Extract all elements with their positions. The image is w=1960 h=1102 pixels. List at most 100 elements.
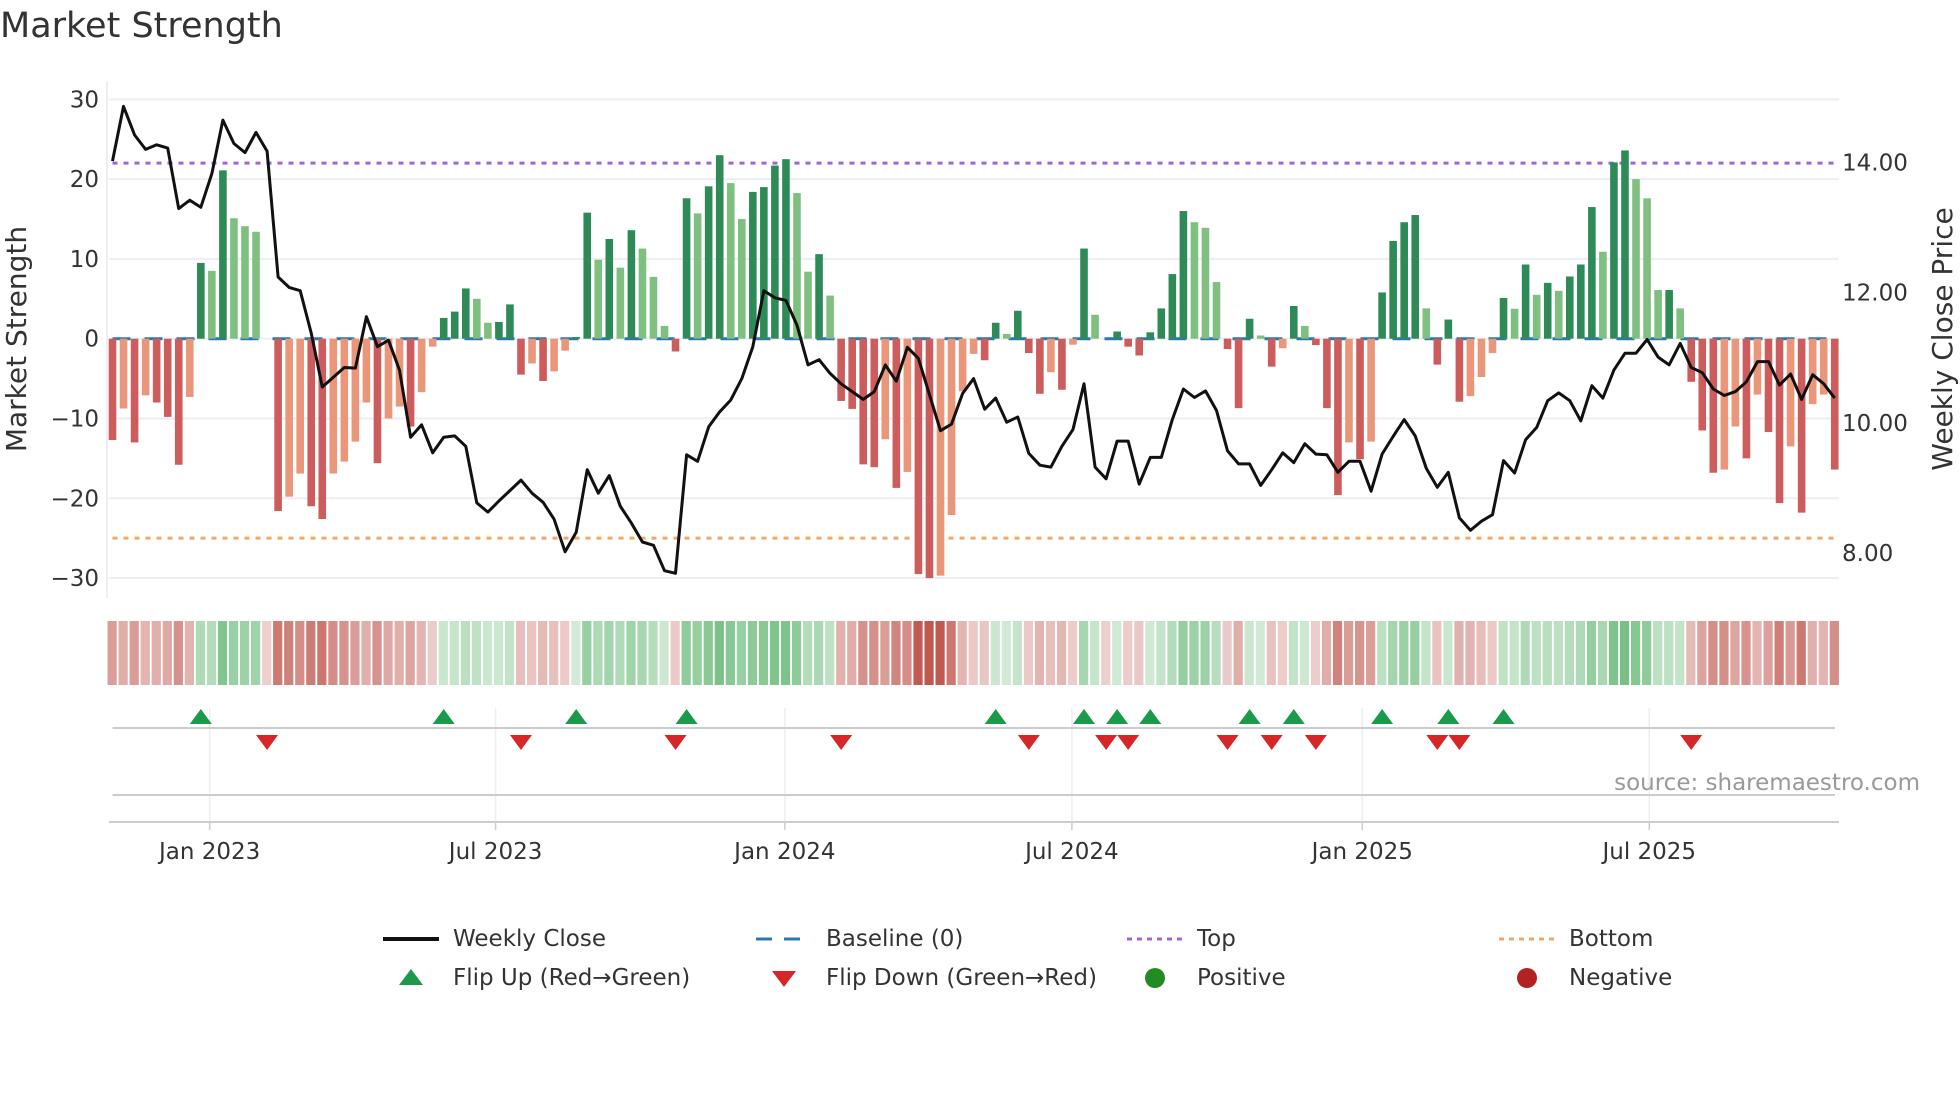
strip-cell bbox=[1410, 621, 1420, 685]
strip-cell bbox=[1697, 621, 1707, 685]
strip-cell bbox=[1818, 621, 1828, 685]
strip-cell bbox=[416, 621, 426, 685]
strip-cell bbox=[1178, 621, 1188, 685]
strength-bar bbox=[837, 338, 845, 401]
flip-up-marker bbox=[1437, 709, 1460, 724]
strip-cell bbox=[1233, 621, 1243, 685]
strip-cell bbox=[747, 621, 758, 685]
triangle-up-icon bbox=[399, 969, 423, 985]
strength-bar bbox=[1775, 338, 1784, 504]
strip-cell bbox=[902, 621, 912, 685]
strip-cell bbox=[1366, 621, 1376, 685]
strip-cell bbox=[1355, 621, 1365, 685]
flip-down-marker bbox=[256, 735, 279, 750]
strength-bar bbox=[373, 338, 382, 464]
strength-bar bbox=[1367, 338, 1375, 442]
legend-label: Top bbox=[1197, 926, 1236, 952]
strength-bar bbox=[671, 338, 680, 352]
strength-bar bbox=[362, 338, 371, 403]
flip-down-marker bbox=[1017, 735, 1040, 750]
legend-label: Negative bbox=[1569, 965, 1673, 991]
strength-bar bbox=[991, 322, 1000, 339]
strength-bar bbox=[197, 262, 205, 339]
flip-up-marker bbox=[1282, 709, 1305, 724]
legend-top: Top bbox=[1125, 926, 1236, 952]
strip-cell bbox=[604, 621, 614, 685]
legend-label: Bottom bbox=[1569, 926, 1654, 952]
strip-cell bbox=[1686, 621, 1696, 685]
strip-cell bbox=[228, 621, 239, 685]
strip-cell bbox=[1156, 621, 1166, 685]
strength-bar bbox=[152, 338, 161, 403]
dotted-line-swatch-icon bbox=[1127, 937, 1183, 941]
strength-bar bbox=[473, 298, 481, 339]
x-tick-label: Jul 2023 bbox=[447, 839, 543, 865]
strip-cell bbox=[1101, 621, 1111, 685]
strength-bar bbox=[1400, 222, 1408, 339]
y-axis-label-right: Weekly Close Price bbox=[1926, 207, 1959, 470]
legend-negative: Negative bbox=[1497, 965, 1672, 991]
strip-cell bbox=[1653, 621, 1663, 685]
strength-bar bbox=[1323, 338, 1331, 409]
x-tick-label: Jan 2025 bbox=[1310, 839, 1413, 865]
strip-cell bbox=[482, 621, 493, 685]
strength-bar bbox=[163, 338, 172, 417]
y-tick-label: 0 bbox=[84, 327, 99, 353]
strip-cell bbox=[769, 621, 780, 685]
strip-cell bbox=[538, 621, 548, 685]
strength-bar bbox=[428, 338, 437, 347]
strip-cell bbox=[1642, 621, 1652, 685]
strip-cell bbox=[549, 621, 559, 685]
strip-cell bbox=[670, 621, 680, 685]
strength-bar bbox=[495, 321, 503, 339]
strip-cell bbox=[339, 621, 349, 685]
strength-bar bbox=[296, 338, 304, 474]
strip-cell bbox=[1023, 621, 1034, 685]
strip-cell bbox=[780, 621, 791, 685]
strip-cell bbox=[637, 621, 647, 685]
legend-flip-up: Flip Up (Red→Green) bbox=[381, 965, 690, 991]
strength-bar bbox=[660, 325, 669, 339]
strength-bar bbox=[318, 338, 327, 520]
x-tick-label: Jan 2024 bbox=[732, 839, 835, 865]
strip-cell bbox=[1465, 621, 1475, 685]
strength-bar bbox=[1554, 290, 1563, 339]
strength-bar bbox=[219, 170, 227, 339]
strip-cell bbox=[1619, 621, 1630, 685]
strip-cell bbox=[206, 621, 217, 685]
strip-cell bbox=[1244, 621, 1254, 685]
strength-bar bbox=[1013, 310, 1022, 339]
strip-cell bbox=[979, 621, 989, 685]
strip-cell bbox=[847, 621, 857, 685]
strip-cell bbox=[1432, 621, 1442, 685]
strip-cell bbox=[957, 621, 967, 685]
triangle-down-icon bbox=[772, 971, 796, 987]
strength-bar bbox=[1223, 338, 1232, 350]
strength-bar bbox=[274, 338, 282, 512]
strength-bar bbox=[1488, 338, 1497, 354]
strip-cell bbox=[107, 621, 117, 685]
strength-bar bbox=[1356, 338, 1364, 460]
strip-cell bbox=[1719, 621, 1729, 685]
strength-bar bbox=[1234, 338, 1243, 409]
strip-cell bbox=[1079, 621, 1089, 685]
strength-bar bbox=[859, 338, 868, 465]
y-right-tick-label: 10.00 bbox=[1842, 411, 1908, 437]
strength-bar bbox=[1422, 308, 1431, 339]
strip-cell bbox=[262, 621, 272, 685]
flip-up-marker bbox=[1073, 709, 1096, 724]
y-right-tick-label: 14.00 bbox=[1842, 150, 1908, 176]
strip-cell bbox=[1167, 621, 1177, 685]
line-swatch-icon bbox=[383, 937, 439, 941]
strip-cell bbox=[1796, 621, 1806, 685]
strip-cell bbox=[1509, 621, 1519, 685]
strength-bar bbox=[1786, 338, 1795, 447]
strength-bar bbox=[1378, 292, 1386, 339]
strength-bar bbox=[737, 219, 746, 339]
strength-bar bbox=[1312, 338, 1320, 346]
strength-bar bbox=[1345, 338, 1353, 443]
strip-cell bbox=[924, 621, 934, 685]
strip-cell bbox=[571, 621, 581, 685]
strength-bar bbox=[1080, 248, 1088, 339]
strength-bar bbox=[1036, 338, 1044, 394]
